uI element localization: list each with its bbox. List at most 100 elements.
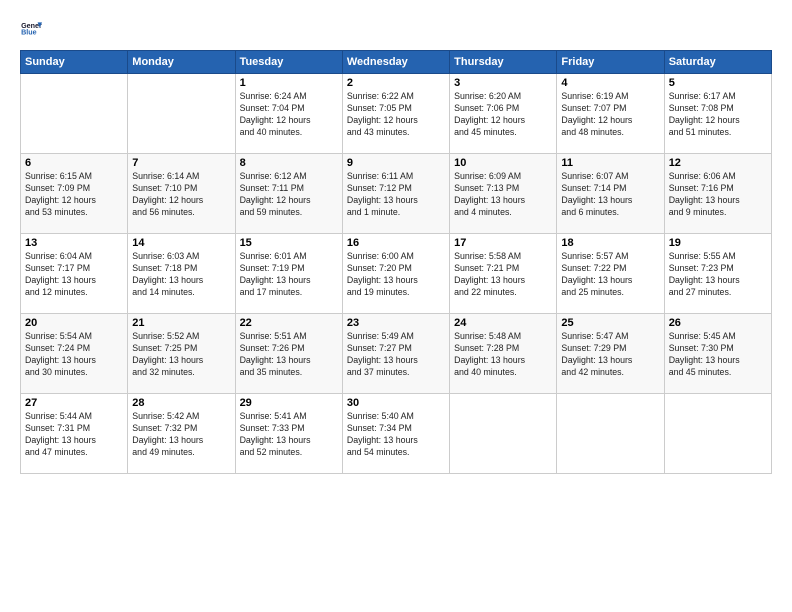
day-number: 16 (347, 237, 445, 249)
day-info: Sunrise: 5:57 AM Sunset: 7:22 PM Dayligh… (561, 251, 659, 299)
day-number: 12 (669, 157, 767, 169)
calendar-cell: 5 Sunrise: 6:17 AM Sunset: 7:08 PM Daylig… (664, 74, 771, 154)
day-number: 28 (132, 397, 230, 409)
day-info: Sunrise: 5:47 AM Sunset: 7:29 PM Dayligh… (561, 331, 659, 379)
calendar-cell (664, 394, 771, 474)
svg-text:Blue: Blue (21, 29, 37, 37)
calendar-header: SundayMondayTuesdayWednesdayThursdayFrid… (21, 51, 772, 74)
day-number: 24 (454, 317, 552, 329)
calendar-cell: 13 Sunrise: 6:04 AM Sunset: 7:17 PM Dayli… (21, 234, 128, 314)
day-of-week-header: Saturday (664, 51, 771, 74)
calendar-cell: 7 Sunrise: 6:14 AM Sunset: 7:10 PM Daylig… (128, 154, 235, 234)
day-of-week-header: Friday (557, 51, 664, 74)
day-number: 15 (240, 237, 338, 249)
day-info: Sunrise: 6:22 AM Sunset: 7:05 PM Dayligh… (347, 91, 445, 139)
day-number: 23 (347, 317, 445, 329)
day-info: Sunrise: 5:54 AM Sunset: 7:24 PM Dayligh… (25, 331, 123, 379)
calendar-table: SundayMondayTuesdayWednesdayThursdayFrid… (20, 50, 772, 474)
day-of-week-header: Thursday (450, 51, 557, 74)
day-number: 11 (561, 157, 659, 169)
day-info: Sunrise: 5:51 AM Sunset: 7:26 PM Dayligh… (240, 331, 338, 379)
calendar-cell: 14 Sunrise: 6:03 AM Sunset: 7:18 PM Dayli… (128, 234, 235, 314)
day-number: 13 (25, 237, 123, 249)
day-info: Sunrise: 5:58 AM Sunset: 7:21 PM Dayligh… (454, 251, 552, 299)
day-number: 17 (454, 237, 552, 249)
day-number: 30 (347, 397, 445, 409)
logo-icon: General Blue (20, 18, 42, 40)
day-number: 27 (25, 397, 123, 409)
calendar-cell: 25 Sunrise: 5:47 AM Sunset: 7:29 PM Dayli… (557, 314, 664, 394)
calendar-cell: 9 Sunrise: 6:11 AM Sunset: 7:12 PM Daylig… (342, 154, 449, 234)
day-number: 22 (240, 317, 338, 329)
day-number: 4 (561, 77, 659, 89)
day-info: Sunrise: 6:24 AM Sunset: 7:04 PM Dayligh… (240, 91, 338, 139)
calendar-cell: 21 Sunrise: 5:52 AM Sunset: 7:25 PM Dayli… (128, 314, 235, 394)
day-number: 8 (240, 157, 338, 169)
day-number: 20 (25, 317, 123, 329)
day-info: Sunrise: 5:49 AM Sunset: 7:27 PM Dayligh… (347, 331, 445, 379)
day-of-week-header: Monday (128, 51, 235, 74)
day-number: 14 (132, 237, 230, 249)
day-info: Sunrise: 6:03 AM Sunset: 7:18 PM Dayligh… (132, 251, 230, 299)
page-header: General Blue (20, 18, 772, 40)
calendar-cell: 16 Sunrise: 6:00 AM Sunset: 7:20 PM Dayli… (342, 234, 449, 314)
day-number: 3 (454, 77, 552, 89)
calendar-week: 1 Sunrise: 6:24 AM Sunset: 7:04 PM Daylig… (21, 74, 772, 154)
calendar-cell: 15 Sunrise: 6:01 AM Sunset: 7:19 PM Dayli… (235, 234, 342, 314)
calendar-cell: 23 Sunrise: 5:49 AM Sunset: 7:27 PM Dayli… (342, 314, 449, 394)
day-info: Sunrise: 6:19 AM Sunset: 7:07 PM Dayligh… (561, 91, 659, 139)
day-info: Sunrise: 5:42 AM Sunset: 7:32 PM Dayligh… (132, 411, 230, 459)
calendar-cell: 3 Sunrise: 6:20 AM Sunset: 7:06 PM Daylig… (450, 74, 557, 154)
day-number: 5 (669, 77, 767, 89)
calendar-cell: 18 Sunrise: 5:57 AM Sunset: 7:22 PM Dayli… (557, 234, 664, 314)
day-info: Sunrise: 6:20 AM Sunset: 7:06 PM Dayligh… (454, 91, 552, 139)
day-number: 7 (132, 157, 230, 169)
day-info: Sunrise: 6:00 AM Sunset: 7:20 PM Dayligh… (347, 251, 445, 299)
calendar-cell (21, 74, 128, 154)
day-info: Sunrise: 6:09 AM Sunset: 7:13 PM Dayligh… (454, 171, 552, 219)
day-info: Sunrise: 6:15 AM Sunset: 7:09 PM Dayligh… (25, 171, 123, 219)
day-of-week-header: Wednesday (342, 51, 449, 74)
day-number: 1 (240, 77, 338, 89)
day-info: Sunrise: 5:40 AM Sunset: 7:34 PM Dayligh… (347, 411, 445, 459)
day-info: Sunrise: 6:14 AM Sunset: 7:10 PM Dayligh… (132, 171, 230, 219)
calendar-cell: 24 Sunrise: 5:48 AM Sunset: 7:28 PM Dayli… (450, 314, 557, 394)
day-number: 18 (561, 237, 659, 249)
calendar-cell: 10Sunrise: 6:09 AM Sunset: 7:13 PM Dayli… (450, 154, 557, 234)
calendar-cell: 2 Sunrise: 6:22 AM Sunset: 7:05 PM Daylig… (342, 74, 449, 154)
calendar-cell: 22 Sunrise: 5:51 AM Sunset: 7:26 PM Dayli… (235, 314, 342, 394)
calendar-cell: 19Sunrise: 5:55 AM Sunset: 7:23 PM Dayli… (664, 234, 771, 314)
day-info: Sunrise: 5:41 AM Sunset: 7:33 PM Dayligh… (240, 411, 338, 459)
day-info: Sunrise: 5:48 AM Sunset: 7:28 PM Dayligh… (454, 331, 552, 379)
day-number: 6 (25, 157, 123, 169)
calendar-cell: 29 Sunrise: 5:41 AM Sunset: 7:33 PM Dayli… (235, 394, 342, 474)
calendar-cell: 30 Sunrise: 5:40 AM Sunset: 7:34 PM Dayli… (342, 394, 449, 474)
day-info: Sunrise: 5:45 AM Sunset: 7:30 PM Dayligh… (669, 331, 767, 379)
day-number: 25 (561, 317, 659, 329)
day-info: Sunrise: 6:17 AM Sunset: 7:08 PM Dayligh… (669, 91, 767, 139)
calendar-cell: 6 Sunrise: 6:15 AM Sunset: 7:09 PM Daylig… (21, 154, 128, 234)
day-info: Sunrise: 6:04 AM Sunset: 7:17 PM Dayligh… (25, 251, 123, 299)
calendar-cell: 12Sunrise: 6:06 AM Sunset: 7:16 PM Dayli… (664, 154, 771, 234)
calendar-cell: 11Sunrise: 6:07 AM Sunset: 7:14 PM Dayli… (557, 154, 664, 234)
day-number: 21 (132, 317, 230, 329)
day-info: Sunrise: 6:11 AM Sunset: 7:12 PM Dayligh… (347, 171, 445, 219)
calendar-cell: 8Sunrise: 6:12 AM Sunset: 7:11 PM Daylig… (235, 154, 342, 234)
calendar-week: 6 Sunrise: 6:15 AM Sunset: 7:09 PM Daylig… (21, 154, 772, 234)
day-info: Sunrise: 5:55 AM Sunset: 7:23 PM Dayligh… (669, 251, 767, 299)
day-number: 26 (669, 317, 767, 329)
calendar-week: 20 Sunrise: 5:54 AM Sunset: 7:24 PM Dayli… (21, 314, 772, 394)
calendar-cell: 1 Sunrise: 6:24 AM Sunset: 7:04 PM Daylig… (235, 74, 342, 154)
day-info: Sunrise: 6:01 AM Sunset: 7:19 PM Dayligh… (240, 251, 338, 299)
day-info: Sunrise: 5:44 AM Sunset: 7:31 PM Dayligh… (25, 411, 123, 459)
day-number: 9 (347, 157, 445, 169)
calendar-cell (450, 394, 557, 474)
calendar-cell (128, 74, 235, 154)
day-number: 29 (240, 397, 338, 409)
calendar-cell: 20 Sunrise: 5:54 AM Sunset: 7:24 PM Dayli… (21, 314, 128, 394)
day-number: 2 (347, 77, 445, 89)
logo: General Blue (20, 18, 46, 40)
day-info: Sunrise: 5:52 AM Sunset: 7:25 PM Dayligh… (132, 331, 230, 379)
day-of-week-header: Sunday (21, 51, 128, 74)
calendar-week: 13 Sunrise: 6:04 AM Sunset: 7:17 PM Dayli… (21, 234, 772, 314)
